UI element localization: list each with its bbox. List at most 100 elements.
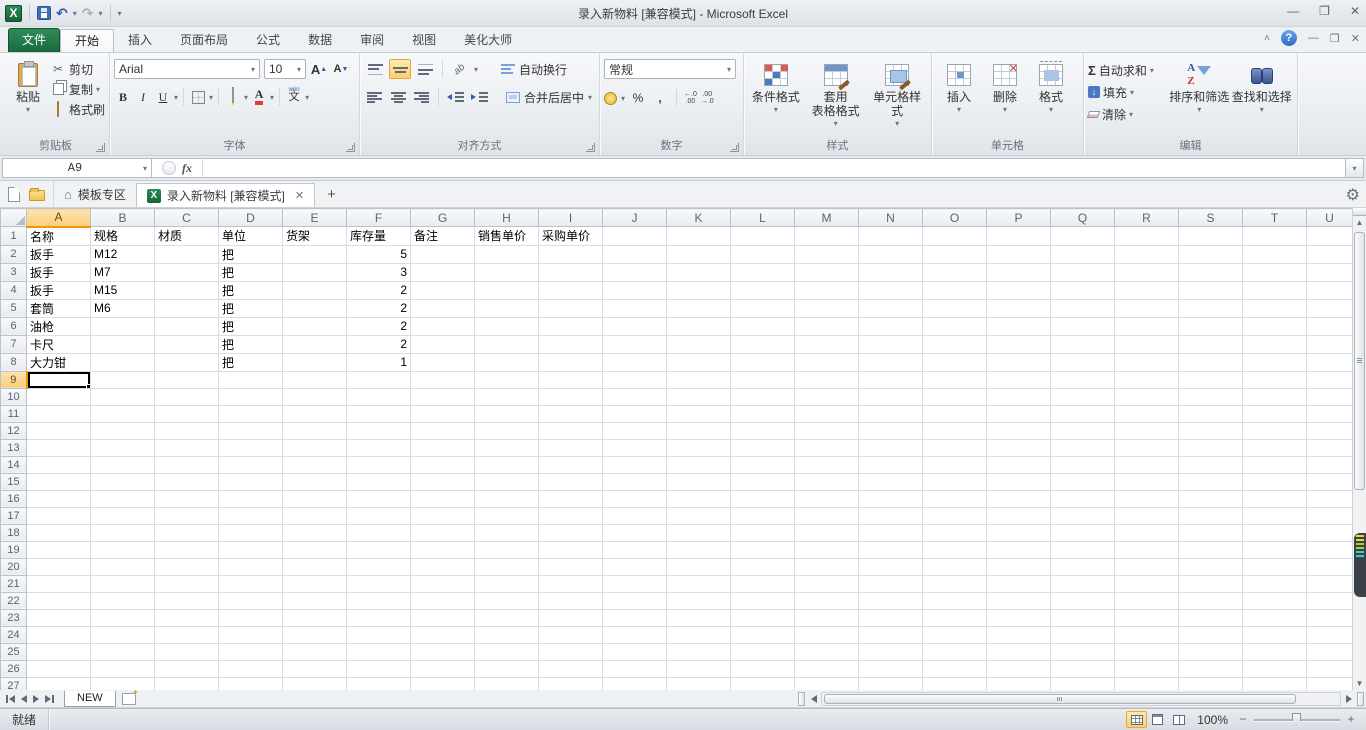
cell-M15[interactable]	[795, 473, 859, 490]
cell-P24[interactable]	[987, 626, 1051, 643]
cell-F11[interactable]	[347, 405, 411, 422]
bold-button[interactable]: B	[114, 87, 132, 107]
format-as-table-button[interactable]: 套用 表格格式 ▾	[804, 56, 868, 138]
cell-I5[interactable]	[539, 299, 603, 317]
cell-Q13[interactable]	[1051, 439, 1115, 456]
cell-I22[interactable]	[539, 592, 603, 609]
column-header-D[interactable]: D	[219, 209, 283, 227]
clipboard-dialog-launcher-icon[interactable]	[96, 143, 105, 152]
cell-J21[interactable]	[603, 575, 667, 592]
cell-N11[interactable]	[859, 405, 923, 422]
cell-M4[interactable]	[795, 281, 859, 299]
cell-H22[interactable]	[475, 592, 539, 609]
align-top-button[interactable]	[364, 59, 386, 79]
cell-H27[interactable]	[475, 677, 539, 690]
cell-B15[interactable]	[91, 473, 155, 490]
cell-P2[interactable]	[987, 245, 1051, 263]
cell-A1[interactable]: 名称	[27, 227, 91, 246]
cell-E16[interactable]	[283, 490, 347, 507]
cell-A23[interactable]	[27, 609, 91, 626]
cell-O26[interactable]	[923, 660, 987, 677]
cell-N8[interactable]	[859, 353, 923, 371]
cell-G13[interactable]	[411, 439, 475, 456]
column-header-K[interactable]: K	[667, 209, 731, 227]
cell-S14[interactable]	[1179, 456, 1243, 473]
cell-I4[interactable]	[539, 281, 603, 299]
cell-S7[interactable]	[1179, 335, 1243, 353]
format-cells-button[interactable]: 格式 ▾	[1028, 56, 1074, 138]
row-header-22[interactable]: 22	[1, 592, 27, 609]
cell-S20[interactable]	[1179, 558, 1243, 575]
cell-T23[interactable]	[1243, 609, 1307, 626]
cell-Q12[interactable]	[1051, 422, 1115, 439]
row-header-23[interactable]: 23	[1, 609, 27, 626]
cell-B22[interactable]	[91, 592, 155, 609]
row-header-14[interactable]: 14	[1, 456, 27, 473]
cell-F8[interactable]: 1	[347, 353, 411, 371]
cell-E21[interactable]	[283, 575, 347, 592]
cell-F20[interactable]	[347, 558, 411, 575]
zoom-level[interactable]: 100%	[1197, 713, 1228, 727]
tab-view[interactable]: 视图	[398, 29, 450, 52]
cell-O25[interactable]	[923, 643, 987, 660]
cell-O23[interactable]	[923, 609, 987, 626]
cell-L25[interactable]	[731, 643, 795, 660]
name-box[interactable]: A9 ▾	[2, 158, 152, 178]
cell-H8[interactable]	[475, 353, 539, 371]
cell-I15[interactable]	[539, 473, 603, 490]
cell-F4[interactable]: 2	[347, 281, 411, 299]
cell-K2[interactable]	[667, 245, 731, 263]
cell-C4[interactable]	[155, 281, 219, 299]
cell-B7[interactable]	[91, 335, 155, 353]
cell-Q6[interactable]	[1051, 317, 1115, 335]
cell-O27[interactable]	[923, 677, 987, 690]
cell-J19[interactable]	[603, 541, 667, 558]
cell-U19[interactable]	[1307, 541, 1353, 558]
cell-L27[interactable]	[731, 677, 795, 690]
cell-C23[interactable]	[155, 609, 219, 626]
cell-F21[interactable]	[347, 575, 411, 592]
cell-P21[interactable]	[987, 575, 1051, 592]
cell-G24[interactable]	[411, 626, 475, 643]
cell-E17[interactable]	[283, 507, 347, 524]
cell-M27[interactable]	[795, 677, 859, 690]
cell-G15[interactable]	[411, 473, 475, 490]
cell-F25[interactable]	[347, 643, 411, 660]
cell-R4[interactable]	[1115, 281, 1179, 299]
percent-style-button[interactable]: %	[629, 88, 647, 108]
cell-B20[interactable]	[91, 558, 155, 575]
cell-J5[interactable]	[603, 299, 667, 317]
cell-E8[interactable]	[283, 353, 347, 371]
cell-A8[interactable]: 大力钳	[27, 353, 91, 371]
workbook-close-button[interactable]: ✕	[1351, 32, 1360, 45]
cell-F27[interactable]	[347, 677, 411, 690]
cell-P16[interactable]	[987, 490, 1051, 507]
cell-I10[interactable]	[539, 388, 603, 405]
cell-K25[interactable]	[667, 643, 731, 660]
cell-H13[interactable]	[475, 439, 539, 456]
cell-H21[interactable]	[475, 575, 539, 592]
new-document-icon[interactable]	[8, 187, 20, 202]
cell-P22[interactable]	[987, 592, 1051, 609]
cell-F15[interactable]	[347, 473, 411, 490]
row-header-12[interactable]: 12	[1, 422, 27, 439]
cell-N14[interactable]	[859, 456, 923, 473]
cell-U6[interactable]	[1307, 317, 1353, 335]
cell-M5[interactable]	[795, 299, 859, 317]
column-header-A[interactable]: A	[27, 209, 91, 227]
cell-N3[interactable]	[859, 263, 923, 281]
cell-K15[interactable]	[667, 473, 731, 490]
row-header-5[interactable]: 5	[1, 299, 27, 317]
cell-Q10[interactable]	[1051, 388, 1115, 405]
cell-K1[interactable]	[667, 227, 731, 246]
cell-O22[interactable]	[923, 592, 987, 609]
cell-H2[interactable]	[475, 245, 539, 263]
cell-G18[interactable]	[411, 524, 475, 541]
tab-data[interactable]: 数据	[294, 29, 346, 52]
cell-G22[interactable]	[411, 592, 475, 609]
cell-C7[interactable]	[155, 335, 219, 353]
cell-R21[interactable]	[1115, 575, 1179, 592]
row-header-9[interactable]: 9	[1, 371, 27, 388]
merge-center-button[interactable]: 合并后居中▾	[503, 86, 595, 108]
copy-button[interactable]: 复制▾	[50, 79, 105, 99]
